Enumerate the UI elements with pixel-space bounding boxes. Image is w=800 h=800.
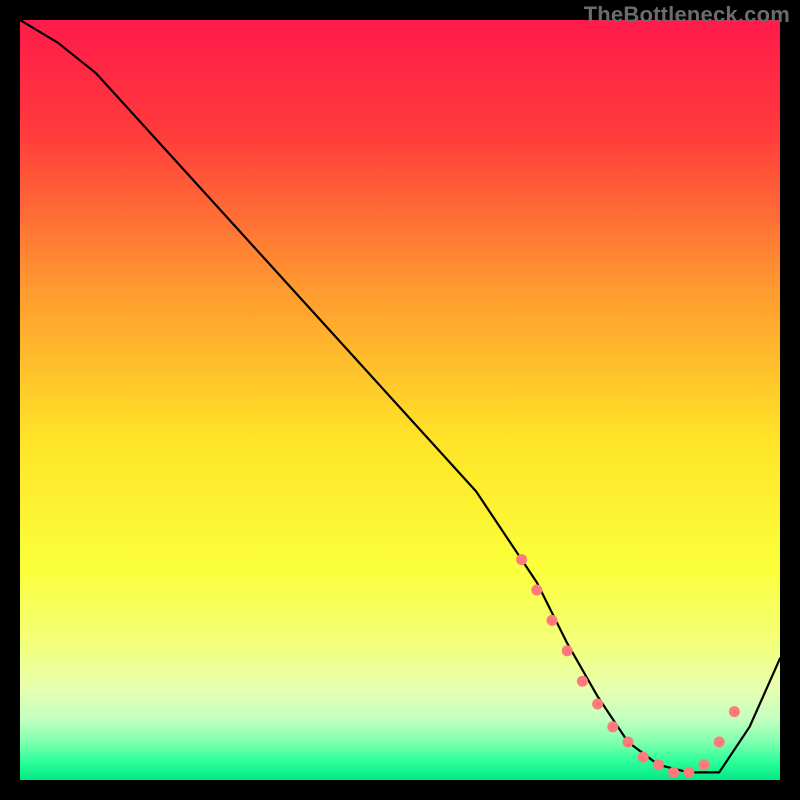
chart-background xyxy=(20,20,780,780)
marker-dot xyxy=(668,767,679,778)
marker-dot xyxy=(653,759,664,770)
marker-dot xyxy=(607,721,618,732)
marker-dot xyxy=(531,585,542,596)
marker-dot xyxy=(699,759,710,770)
marker-dot xyxy=(623,737,634,748)
marker-dot xyxy=(714,737,725,748)
marker-dot xyxy=(516,554,527,565)
chart-svg xyxy=(20,20,780,780)
marker-dot xyxy=(592,699,603,710)
marker-dot xyxy=(547,615,558,626)
marker-dot xyxy=(577,676,588,687)
watermark-text: TheBottleneck.com xyxy=(584,2,790,28)
marker-dot xyxy=(562,645,573,656)
marker-dot xyxy=(729,706,740,717)
marker-dot xyxy=(683,767,694,778)
marker-dot xyxy=(638,752,649,763)
